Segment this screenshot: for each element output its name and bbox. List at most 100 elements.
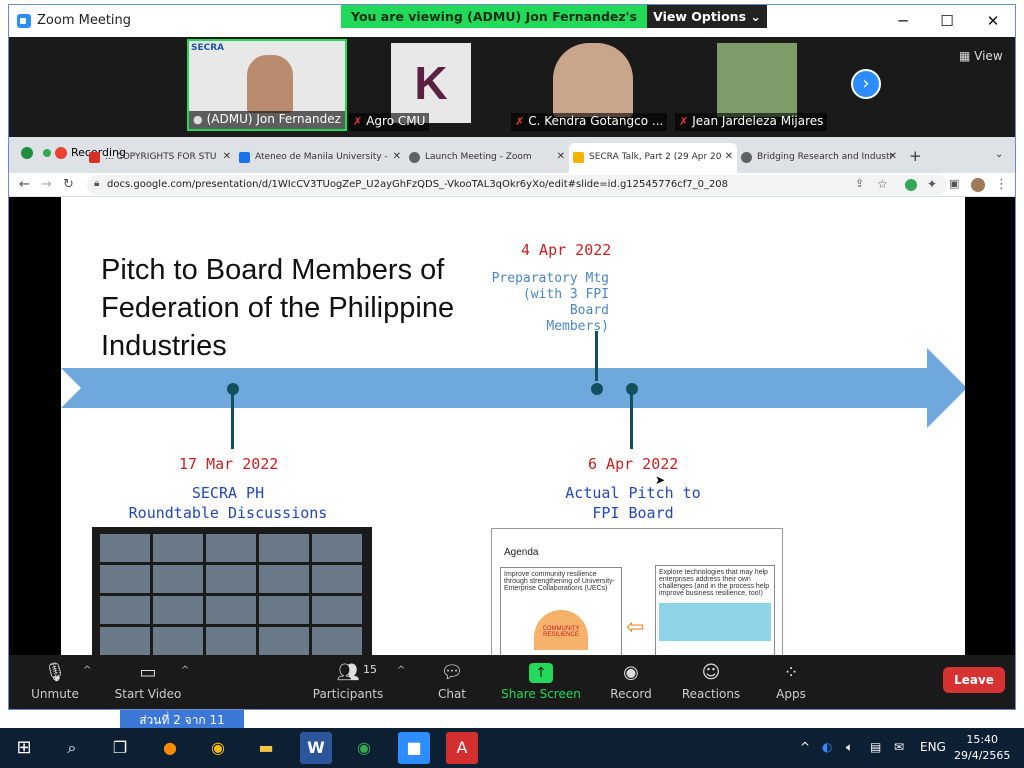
- page-indicator: ส่วนที่ 2 จาก 11: [120, 710, 244, 730]
- tile-name: ✗ C. Kendra Gotangco ...: [511, 113, 668, 131]
- slides-icon: [573, 152, 584, 163]
- start-video-button[interactable]: ▭ Start Video: [113, 655, 183, 709]
- zoom-icon[interactable]: ■: [398, 732, 430, 764]
- video-tile-jon[interactable]: SECRA ● (ADMU) Jon Fernandez: [187, 39, 347, 131]
- close-icon[interactable]: ✕: [979, 11, 1007, 31]
- browser-tab[interactable]: ... COPYRIGHTS FOR STU ✕: [85, 143, 235, 173]
- share-screen-button[interactable]: ↑ Share Screen: [501, 655, 581, 709]
- tile-name: ✗ Jean Jardeleza Mijares: [675, 113, 828, 131]
- browser-tab-active[interactable]: SECRA Talk, Part 2 (29 Apr 20 ✕: [569, 143, 737, 173]
- close-icon[interactable]: ✕: [223, 151, 231, 162]
- clock[interactable]: 15:40 29/4/2565: [954, 732, 1010, 764]
- globe-icon: [741, 152, 752, 163]
- language-indicator[interactable]: ENG: [920, 740, 946, 754]
- photo-cell: [206, 627, 256, 655]
- tab-search-icon[interactable]: ⌄: [995, 149, 1003, 160]
- lock-icon: 🔒︎: [94, 178, 100, 189]
- mouse-cursor-icon: ➤: [655, 473, 666, 487]
- extensions-icon[interactable]: ✦: [927, 177, 937, 191]
- participants-button[interactable]: 👥︎ 15 Participants: [311, 655, 385, 709]
- network-icon[interactable]: ▤: [870, 740, 881, 754]
- status-dot-icon: [43, 149, 51, 157]
- view-button[interactable]: ▦ View: [959, 49, 1003, 63]
- pdf-icon[interactable]: A: [446, 732, 478, 764]
- photo-cell: [259, 627, 309, 655]
- profile-avatar[interactable]: [971, 178, 985, 192]
- participant-video: [553, 43, 633, 117]
- chrome-icon[interactable]: ◉: [348, 732, 380, 764]
- illustration-image: [659, 603, 771, 641]
- caret-up-icon[interactable]: ^: [181, 665, 189, 676]
- browser-tab-strip: Recording ... COPYRIGHTS FOR STU✕ Ateneo…: [9, 137, 1015, 173]
- maximize-icon[interactable]: ☐: [933, 11, 961, 31]
- speaker-icon: ●: [193, 113, 203, 126]
- sidepanel-icon[interactable]: ▣: [949, 177, 959, 190]
- timeline-arrow-head: [927, 348, 965, 428]
- video-tile-kendra[interactable]: ✗ C. Kendra Gotangco ...: [511, 39, 671, 131]
- close-icon[interactable]: ✕: [889, 151, 897, 162]
- share-icon[interactable]: ⇪: [855, 177, 864, 190]
- volume-icon[interactable]: 🔈︎: [846, 740, 853, 755]
- file-explorer-icon[interactable]: ▬: [250, 732, 282, 764]
- event-date-mar17: 17 Mar 2022: [179, 455, 279, 473]
- new-tab-icon[interactable]: +: [909, 147, 922, 165]
- event-date-apr4: 4 Apr 2022: [521, 241, 612, 259]
- chat-button[interactable]: 💬︎ Chat: [429, 655, 475, 709]
- caret-up-icon[interactable]: ^: [397, 665, 405, 676]
- reload-icon[interactable]: ↻: [63, 177, 74, 192]
- chrome-icon[interactable]: ◉: [202, 732, 234, 764]
- menu-icon[interactable]: ⋮: [995, 177, 1008, 192]
- word-icon[interactable]: W: [300, 732, 332, 764]
- task-view-icon[interactable]: ❐: [104, 732, 136, 764]
- doc-icon: [89, 152, 100, 163]
- caret-up-icon[interactable]: ^: [83, 665, 91, 676]
- unmute-button[interactable]: 🎙︎ Unmute: [25, 655, 85, 709]
- url-field[interactable]: 🔒︎ docs.google.com/presentation/d/1WIcCV…: [87, 175, 947, 195]
- video-tile-jean[interactable]: ✗ Jean Jardeleza Mijares: [675, 39, 835, 131]
- photo-cell: [100, 596, 150, 624]
- search-icon[interactable]: ⌕: [56, 732, 88, 764]
- tray-chevron-icon[interactable]: ^: [800, 740, 810, 754]
- photo-cell: [259, 565, 309, 593]
- mic-muted-icon: 🎙︎: [43, 662, 67, 683]
- chat-icon: 💬︎: [440, 662, 464, 683]
- slide: Pitch to Board Members of Federation of …: [61, 197, 965, 655]
- event-label-apr4: Preparatory Mtg (with 3 FPI Board Member…: [491, 271, 609, 334]
- minimize-icon[interactable]: ─: [889, 11, 917, 31]
- timeline-arrow-tail: [61, 368, 81, 408]
- meeting-toolbar: 🎙︎ Unmute ^ ▭ Start Video ^ 👥︎ 15 Particip…: [9, 655, 1015, 709]
- mic-muted-icon: ✗: [353, 115, 363, 128]
- close-icon[interactable]: ✕: [393, 151, 401, 162]
- leave-button[interactable]: Leave: [943, 667, 1005, 693]
- close-icon[interactable]: ✕: [557, 151, 565, 162]
- bookmark-star-icon[interactable]: ☆: [877, 177, 888, 191]
- back-icon[interactable]: ←: [19, 177, 30, 192]
- viewing-banner: You are viewing (ADMU) Jon Fernandez's s…: [341, 5, 647, 47]
- mic-muted-icon: ✗: [515, 115, 525, 128]
- tile-name: ● (ADMU) Jon Fernandez: [189, 111, 345, 129]
- photo-cell: [259, 596, 309, 624]
- extension-grammarly-icon[interactable]: [905, 179, 917, 191]
- close-icon[interactable]: ✕: [725, 151, 733, 162]
- next-page-icon[interactable]: ›: [851, 69, 881, 99]
- tray-app-icon[interactable]: ◐: [822, 740, 832, 754]
- browser-tab[interactable]: Launch Meeting - Zoom ✕: [405, 143, 569, 173]
- record-button[interactable]: ◉ Record: [607, 655, 655, 709]
- browser-tab[interactable]: Bridging Research and Industr ✕: [737, 143, 901, 173]
- firefox-icon[interactable]: ●: [154, 732, 186, 764]
- video-tile-agro[interactable]: K ✗ Agro CMU: [349, 39, 509, 131]
- photo-cell: [312, 627, 362, 655]
- shared-screen: Recording ... COPYRIGHTS FOR STU✕ Ateneo…: [9, 137, 1015, 655]
- view-options-button[interactable]: View Options ⌄: [647, 5, 767, 28]
- apps-icon: ⁘: [783, 662, 799, 683]
- forward-icon[interactable]: →: [41, 177, 52, 192]
- reactions-button[interactable]: ☺ Reactions: [681, 655, 741, 709]
- notification-icon[interactable]: ✉︎: [894, 740, 904, 754]
- tick-apr6: [630, 393, 633, 449]
- browser-tab[interactable]: Ateneo de Manila University - ✕: [235, 143, 405, 173]
- participants-icon: 👥︎: [336, 662, 360, 683]
- agenda-thumbnail: Agenda Improve community resilience thro…: [491, 528, 783, 655]
- windows-start-icon[interactable]: ⊞: [8, 732, 40, 764]
- video-off-icon: ▭: [139, 662, 157, 683]
- apps-button[interactable]: ⁘ Apps: [771, 655, 811, 709]
